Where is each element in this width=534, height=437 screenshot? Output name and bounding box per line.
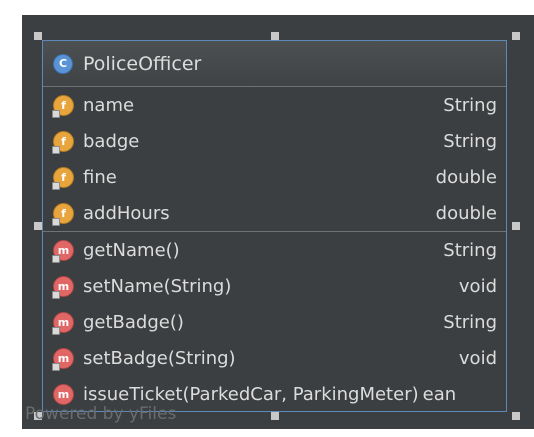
watermark: Powered by yFiles — [25, 404, 177, 424]
fields-section: f name String f badge String f fine doub… — [43, 87, 506, 232]
method-return-type: String — [443, 311, 497, 333]
field-type: double — [435, 202, 497, 224]
class-icon: C — [53, 53, 73, 74]
resize-handle-middle-left[interactable] — [34, 222, 42, 230]
lock-icon — [52, 362, 60, 371]
method-icon: m — [52, 347, 74, 371]
resize-handle-top-center[interactable] — [271, 32, 279, 40]
field-name: badge — [83, 130, 140, 152]
method-row[interactable]: m setBadge(String) void — [43, 340, 506, 376]
method-row[interactable]: m getName() String — [43, 232, 506, 268]
methods-section: m getName() String m setName(String) voi… — [43, 232, 506, 412]
lock-icon — [52, 326, 60, 335]
method-name: getName() — [83, 239, 180, 261]
method-row[interactable]: m getBadge() String — [43, 304, 506, 340]
method-return-type: void — [458, 347, 497, 369]
class-header: C PoliceOfficer — [43, 41, 506, 87]
field-icon: f — [52, 166, 74, 190]
field-type: String — [443, 94, 497, 116]
resize-handle-middle-right[interactable] — [512, 222, 520, 230]
field-row[interactable]: f badge String — [43, 123, 506, 159]
field-name: addHours — [83, 202, 170, 224]
method-row[interactable]: m setName(String) void — [43, 268, 506, 304]
field-name: name — [83, 94, 135, 116]
class-name: PoliceOfficer — [83, 52, 202, 75]
lock-icon — [52, 109, 60, 118]
method-icon: m — [52, 311, 74, 335]
method-name: issueTicket(ParkedCar, ParkingMeter) — [83, 383, 419, 405]
method-icon: m — [53, 383, 74, 405]
field-type: double — [435, 166, 497, 188]
field-row[interactable]: f name String — [43, 87, 506, 123]
field-icon: f — [52, 130, 74, 154]
lock-icon — [52, 145, 60, 154]
lock-icon — [52, 217, 60, 226]
field-row[interactable]: f fine double — [43, 159, 506, 195]
canvas: C PoliceOfficer f name String f badge St… — [0, 0, 534, 437]
uml-class-node[interactable]: C PoliceOfficer f name String f badge St… — [42, 40, 507, 412]
method-return-type: String — [443, 239, 497, 261]
field-type: String — [443, 130, 497, 152]
method-name: setBadge(String) — [83, 347, 236, 369]
method-return-type: ean — [422, 383, 457, 405]
field-icon: f — [52, 94, 74, 118]
resize-handle-bottom-center[interactable] — [271, 412, 279, 420]
method-name: setName(String) — [83, 275, 232, 297]
lock-icon — [52, 290, 60, 299]
method-icon: m — [52, 275, 74, 299]
method-name: getBadge() — [83, 311, 184, 333]
resize-handle-top-left[interactable] — [34, 32, 42, 40]
field-row[interactable]: f addHours double — [43, 195, 506, 231]
method-return-type: void — [458, 275, 497, 297]
method-icon: m — [52, 239, 74, 263]
resize-handle-top-right[interactable] — [512, 32, 520, 40]
field-icon: f — [52, 202, 74, 226]
field-name: fine — [83, 166, 117, 188]
lock-icon — [52, 254, 60, 263]
resize-handle-bottom-right[interactable] — [512, 412, 520, 420]
lock-icon — [52, 181, 60, 190]
